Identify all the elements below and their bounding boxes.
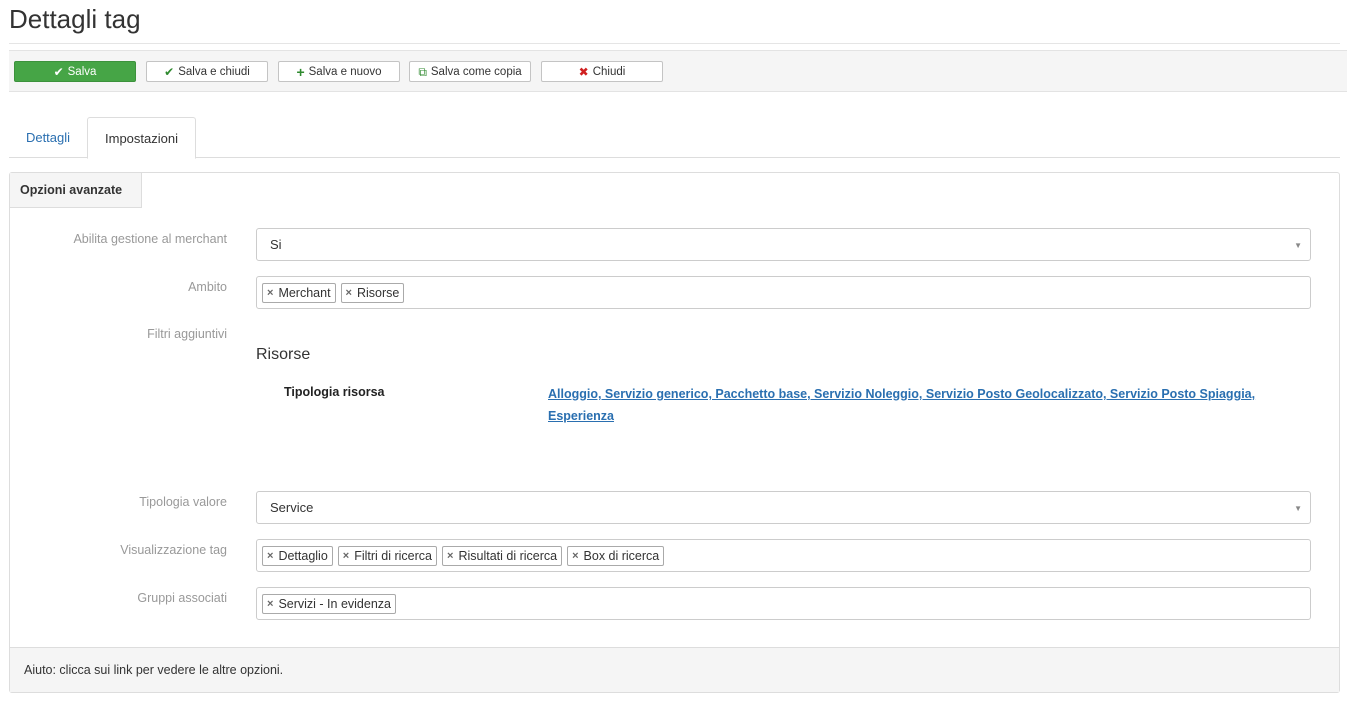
plus-icon: +: [296, 63, 305, 80]
tag-chip: × Risultati di ricerca: [442, 545, 563, 566]
close-icon: ✖: [578, 64, 589, 79]
filter-name: Tipologia risorsa: [284, 385, 385, 399]
help-footer: Aiuto: clicca sui link per vedere le alt…: [10, 647, 1339, 692]
merchant-value: Si: [270, 237, 282, 252]
tag-label: Dettaglio: [278, 548, 328, 563]
tag-label: Box di ricerca: [583, 548, 660, 563]
save-copy-label: Salva come copia: [430, 65, 522, 78]
tab-impostazioni[interactable]: Impostazioni: [87, 117, 196, 159]
remove-icon[interactable]: ×: [572, 550, 578, 562]
remove-icon[interactable]: ×: [267, 287, 273, 299]
visualizzazione-tag-input[interactable]: × Dettaglio × Filtri di ricerca × Risultati…: [256, 539, 1311, 572]
remove-icon[interactable]: ×: [267, 598, 273, 610]
tag-chip: × Filtri di ricerca: [337, 545, 438, 566]
page-title: Dettagli tag: [9, 4, 141, 34]
tag-chip: × Dettaglio: [262, 545, 333, 566]
filtri-section-title: Risorse: [256, 346, 311, 363]
merchant-select[interactable]: Si ▼: [256, 228, 1311, 261]
close-button[interactable]: ✖ Chiudi: [541, 61, 663, 82]
tag-chip: × Merchant: [262, 282, 336, 303]
tag-label: Servizi - In evidenza: [278, 596, 391, 611]
remove-icon[interactable]: ×: [346, 287, 352, 299]
tipologia-label: Tipologia valore: [139, 495, 227, 509]
save-new-label: Salva e nuovo: [308, 65, 382, 78]
check-icon: ✔: [164, 64, 175, 79]
save-button[interactable]: ✔ Salva: [14, 61, 136, 82]
gruppi-tag-input[interactable]: × Servizi - In evidenza: [256, 587, 1311, 620]
tag-chip: × Servizi - In evidenza: [262, 593, 396, 614]
tipologia-select[interactable]: Service ▼: [256, 491, 1311, 524]
tab-dettagli[interactable]: Dettagli: [9, 117, 87, 158]
tag-chip: × Box di ricerca: [567, 545, 665, 566]
save-new-button[interactable]: + Salva e nuovo: [278, 61, 400, 82]
chevron-down-icon: ▼: [1294, 241, 1302, 250]
merchant-label: Abilita gestione al merchant: [73, 232, 227, 246]
save-label: Salva: [67, 65, 97, 78]
save-close-label: Salva e chiudi: [178, 65, 250, 78]
panel-title: Opzioni avanzate: [10, 173, 142, 208]
close-label: Chiudi: [592, 65, 626, 78]
ambito-tag-input[interactable]: × Merchant × Risorse: [256, 276, 1311, 309]
filter-values-link[interactable]: Alloggio, Servizio generico, Pacchetto b…: [548, 383, 1288, 427]
tag-chip: × Risorse: [340, 282, 405, 303]
gruppi-label: Gruppi associati: [137, 591, 227, 605]
visualizzazione-label: Visualizzazione tag: [120, 543, 227, 557]
chevron-down-icon: ▼: [1294, 504, 1302, 513]
save-close-button[interactable]: ✔ Salva e chiudi: [146, 61, 268, 82]
tag-label: Risorse: [356, 285, 400, 300]
ambito-label: Ambito: [188, 280, 227, 294]
save-copy-button[interactable]: ⧉ Salva come copia: [409, 61, 531, 82]
tab-bar: Dettagli Impostazioni: [9, 117, 1340, 159]
remove-icon[interactable]: ×: [267, 550, 273, 562]
filtri-label: Filtri aggiuntivi: [147, 327, 227, 341]
copy-icon: ⧉: [418, 64, 427, 79]
remove-icon[interactable]: ×: [447, 550, 453, 562]
title-divider: [9, 43, 1340, 44]
tag-label: Filtri di ricerca: [354, 548, 433, 563]
check-icon: ✔: [53, 64, 64, 79]
tag-label: Risultati di ricerca: [458, 548, 558, 563]
tag-label: Merchant: [278, 285, 331, 300]
remove-icon[interactable]: ×: [343, 550, 349, 562]
help-text: Aiuto: clicca sui link per vedere le alt…: [24, 663, 284, 677]
advanced-options-panel: Opzioni avanzate Abilita gestione al mer…: [9, 172, 1340, 693]
tipologia-value: Service: [270, 500, 314, 515]
toolbar: ✔ Salva ✔ Salva e chiudi + Salva e nuovo…: [9, 50, 1347, 92]
